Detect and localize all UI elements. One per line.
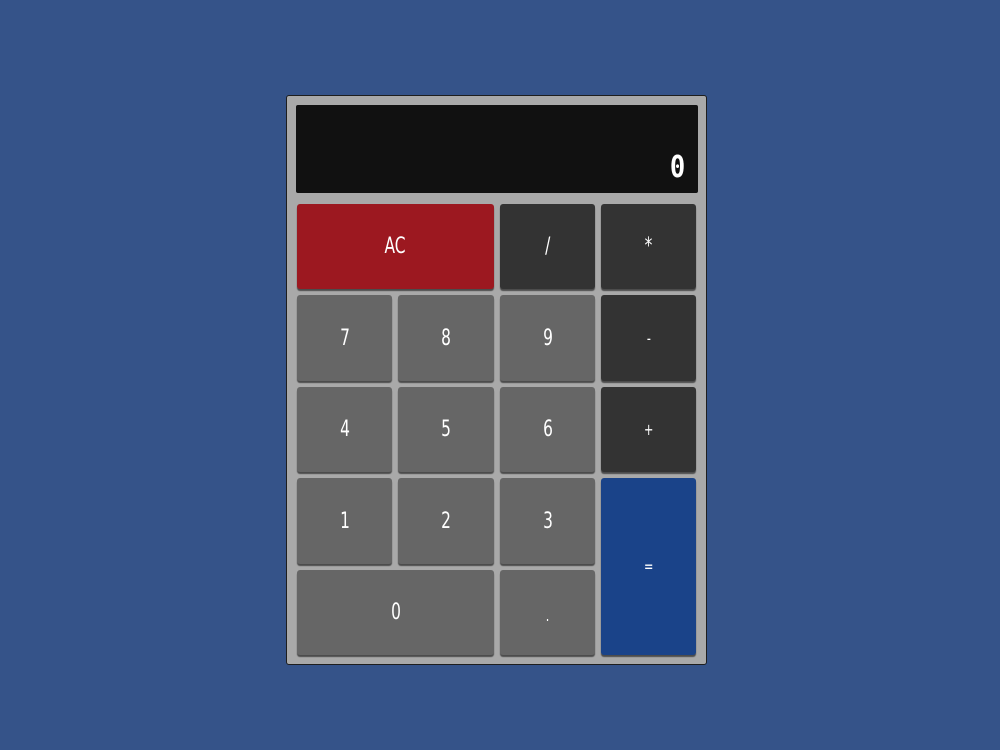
digit-8-label: 8	[441, 325, 451, 351]
digit-5-button[interactable]: 5	[398, 387, 494, 472]
digit-9-button[interactable]: 9	[500, 295, 595, 381]
multiply-button-label: *	[644, 234, 653, 259]
digit-0-button[interactable]: 0	[297, 570, 494, 655]
digit-8-button[interactable]: 8	[398, 295, 494, 381]
display-value: 0	[669, 150, 686, 185]
digit-2-label: 2	[441, 508, 451, 534]
digit-3-button[interactable]: 3	[500, 478, 595, 564]
calculator: 0 AC / * 7 8 9 - 4 5 6 + 1 2 3 = 0 .	[286, 95, 707, 665]
digit-9-label: 9	[542, 325, 553, 351]
digit-1-label: 1	[339, 508, 350, 534]
digit-2-button[interactable]: 2	[398, 478, 494, 564]
digit-6-button[interactable]: 6	[500, 387, 595, 472]
digit-7-button[interactable]: 7	[297, 295, 392, 381]
digit-4-button[interactable]: 4	[297, 387, 392, 472]
multiply-button[interactable]: *	[601, 204, 696, 289]
digit-3-label: 3	[542, 508, 553, 534]
decimal-button-label: .	[545, 606, 550, 625]
subtract-button[interactable]: -	[601, 295, 696, 381]
subtract-button-label: -	[646, 328, 651, 348]
divide-button[interactable]: /	[500, 204, 595, 289]
divide-button-label: /	[544, 234, 551, 259]
add-button-label: +	[643, 420, 654, 439]
digit-5-label: 5	[441, 417, 451, 442]
equals-button-label: =	[643, 557, 654, 576]
digit-7-label: 7	[339, 325, 350, 351]
equals-button[interactable]: =	[601, 478, 696, 655]
digit-0-label: 0	[390, 600, 401, 625]
add-button[interactable]: +	[601, 387, 696, 472]
digit-1-button[interactable]: 1	[297, 478, 392, 564]
clear-button[interactable]: AC	[297, 204, 494, 289]
digit-6-label: 6	[542, 417, 553, 442]
decimal-button[interactable]: .	[500, 570, 595, 655]
display: 0	[296, 105, 698, 193]
digit-4-label: 4	[339, 417, 350, 442]
clear-button-label: AC	[384, 234, 407, 259]
